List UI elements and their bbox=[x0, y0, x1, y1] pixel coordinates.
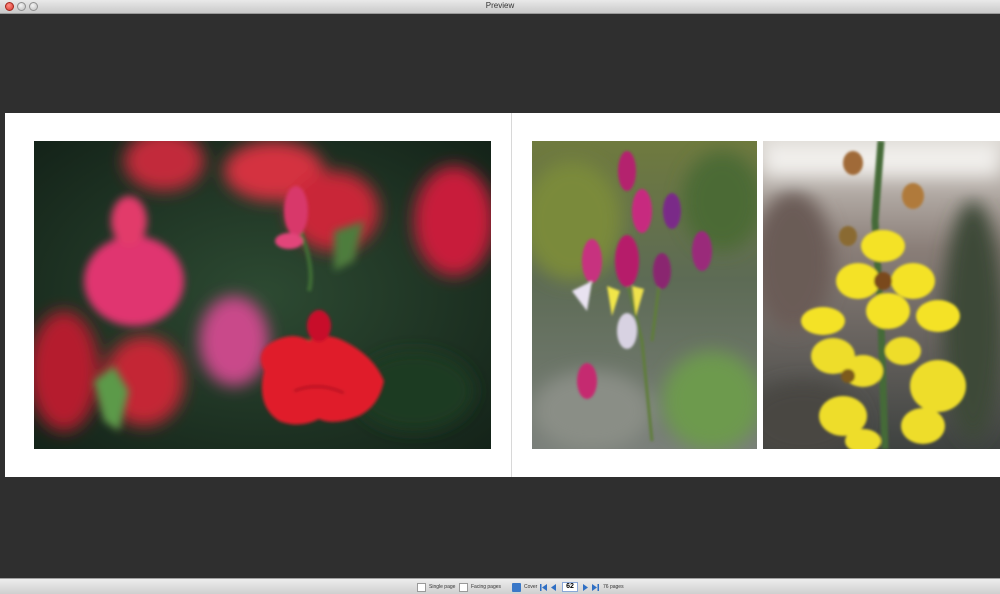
single-page-checkbox[interactable] bbox=[417, 582, 426, 592]
photo-red-flowers bbox=[34, 141, 491, 449]
single-page-label: Single page bbox=[429, 584, 456, 590]
photo-yellow-flowers bbox=[763, 141, 1000, 449]
book-spread bbox=[5, 113, 1000, 477]
facing-pages-option[interactable]: Facing pages bbox=[459, 581, 501, 593]
next-page-icon[interactable] bbox=[581, 583, 590, 592]
bottom-toolbar: Single page Facing pages Cover 62 76 pag… bbox=[0, 578, 1000, 594]
photo-purple-buds bbox=[532, 141, 757, 449]
page-navigation: 62 76 pages bbox=[539, 581, 624, 593]
first-page-icon[interactable] bbox=[539, 583, 548, 592]
last-page-icon[interactable] bbox=[591, 583, 600, 592]
page-count-label: 76 pages bbox=[603, 584, 624, 590]
cover-label: Cover bbox=[524, 584, 538, 590]
single-page-option[interactable]: Single page bbox=[417, 581, 455, 593]
facing-pages-label: Facing pages bbox=[471, 584, 502, 590]
page-gutter bbox=[511, 113, 512, 477]
cover-icon bbox=[512, 582, 521, 592]
facing-pages-checkbox[interactable] bbox=[459, 582, 468, 592]
cover-option[interactable]: Cover bbox=[512, 581, 537, 593]
window-title: Preview bbox=[485, 1, 515, 10]
page-number-field[interactable]: 62 bbox=[562, 582, 578, 592]
previous-page-icon[interactable] bbox=[549, 583, 558, 592]
title-bar: Preview bbox=[0, 0, 1000, 14]
preview-canvas[interactable] bbox=[0, 14, 1000, 578]
